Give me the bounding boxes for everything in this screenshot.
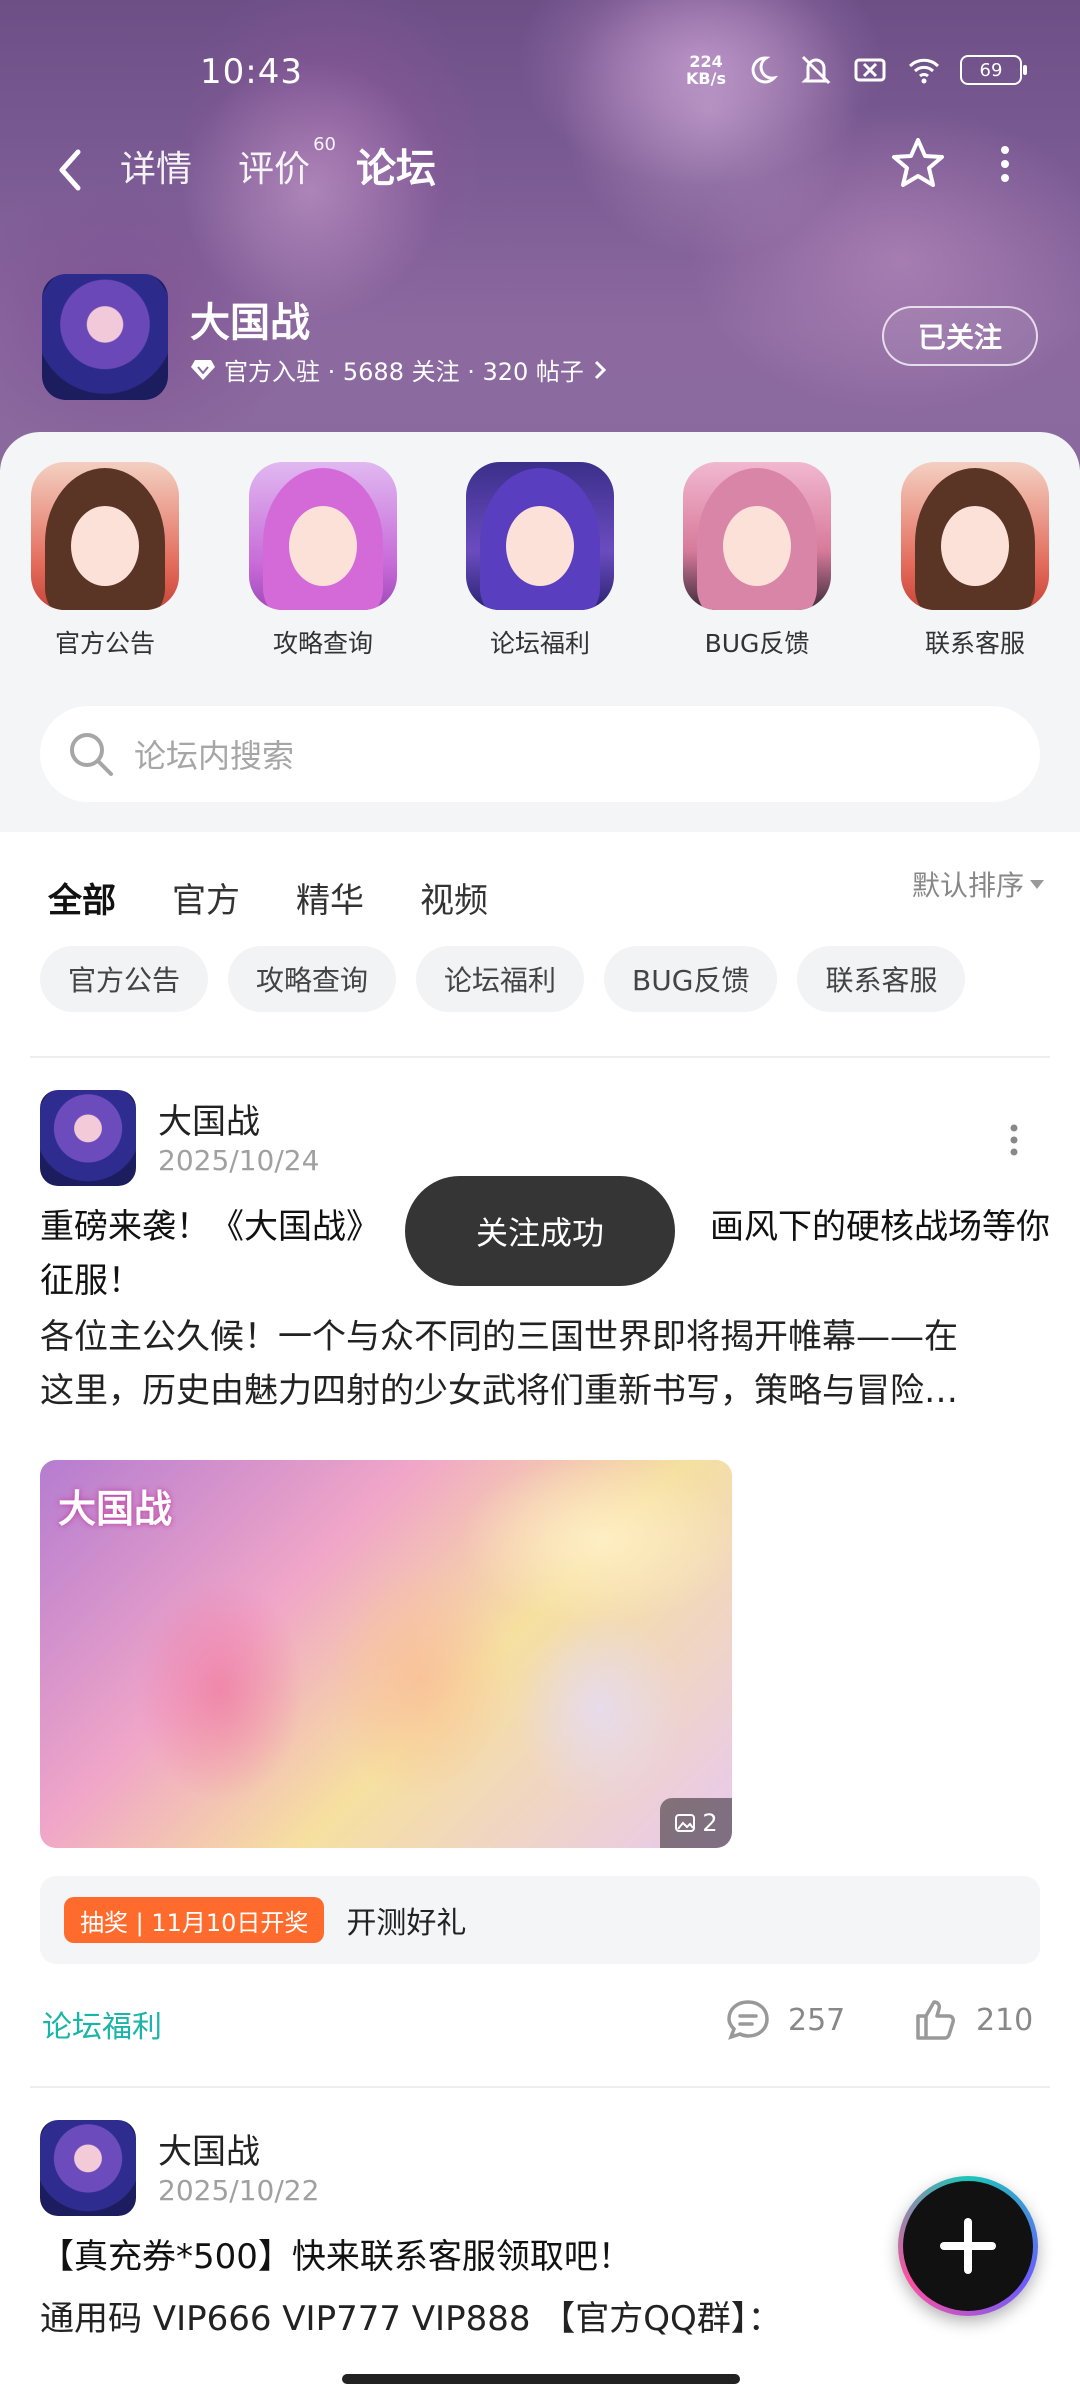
- shortcut-thumb: [466, 462, 614, 610]
- chip-customer-service[interactable]: 联系客服: [797, 946, 966, 1012]
- shortcut-thumb: [31, 462, 179, 610]
- divider: [30, 1056, 1050, 1058]
- author-avatar[interactable]: [40, 1090, 136, 1186]
- caret-down-icon: [1030, 879, 1044, 889]
- wifi-icon: [908, 58, 940, 84]
- status-time: 10:43: [200, 52, 303, 92]
- post-date: 2025/10/24: [158, 1144, 320, 1177]
- divider: [30, 2086, 1050, 2088]
- shortcut-thumb: [901, 462, 1049, 610]
- battery-icon: 69: [960, 55, 1027, 85]
- lottery-text: 开测好礼: [346, 1906, 467, 1941]
- plus-icon: [940, 2218, 996, 2274]
- forum-meta[interactable]: 官方入驻 · 5688 关注 · 320 帖子: [190, 352, 608, 387]
- forum-panel: 官方公告 攻略查询 论坛福利 BUG反馈 联系客服 论坛内搜索: [0, 432, 1080, 832]
- sort-dropdown[interactable]: 默认排序: [912, 864, 1044, 904]
- author-avatar[interactable]: [40, 2120, 136, 2216]
- tab-details[interactable]: 详情: [120, 140, 192, 192]
- chip-forum-benefits[interactable]: 论坛福利: [416, 946, 585, 1012]
- diamond-icon: [191, 359, 215, 380]
- post-feed: 全部 官方 精华 视频 默认排序 官方公告 攻略查询 论坛福利 BUG反馈 联系…: [0, 832, 1080, 2400]
- back-arrow-icon[interactable]: [50, 142, 90, 198]
- shortcut-bug-report[interactable]: BUG反馈: [667, 462, 847, 660]
- chip-strategy[interactable]: 攻略查询: [228, 946, 397, 1012]
- top-nav: 详情 评价 60 论坛: [0, 130, 1080, 210]
- no-sim-icon: [854, 58, 886, 82]
- comment-icon: [727, 2000, 769, 2040]
- forum-header: 大国战 官方入驻 · 5688 关注 · 320 帖子 已关注: [40, 272, 1040, 402]
- category-chips: 官方公告 攻略查询 论坛福利 BUG反馈 联系客服: [40, 946, 966, 1012]
- search-placeholder: 论坛内搜索: [134, 737, 295, 775]
- forum-search-input[interactable]: 论坛内搜索: [40, 706, 1040, 802]
- home-indicator[interactable]: [342, 2374, 740, 2384]
- filter-tab-video[interactable]: 视频: [420, 873, 488, 922]
- reviews-count-badge: 60: [313, 134, 337, 155]
- image-count-badge: 2: [660, 1798, 732, 1848]
- comment-button[interactable]: 257: [722, 1994, 845, 2046]
- mute-bell-icon: [801, 55, 831, 85]
- lottery-bar[interactable]: 抽奖 | 11月10日开奖 开测好礼: [40, 1876, 1040, 1964]
- create-post-button[interactable]: [898, 2176, 1038, 2316]
- moon-icon: [751, 56, 779, 84]
- filter-tab-all[interactable]: 全部: [48, 873, 116, 928]
- shortcut-forum-benefits[interactable]: 论坛福利: [450, 462, 630, 660]
- image-icon: [675, 1814, 696, 1832]
- filter-tab-featured[interactable]: 精华: [296, 873, 364, 922]
- post-date: 2025/10/22: [158, 2174, 320, 2207]
- shortcut-thumb: [683, 462, 831, 610]
- post-excerpt[interactable]: 通用码 VIP666 VIP777 VIP888 【官方QQ群】：: [40, 2292, 1050, 2346]
- game-logo-art: 大国战: [58, 1487, 173, 1531]
- more-vertical-icon[interactable]: [1004, 1120, 1024, 1160]
- thumbs-up-icon: [916, 2000, 955, 2040]
- shortcut-row: 官方公告 攻略查询 论坛福利 BUG反馈 联系客服: [0, 462, 1080, 662]
- search-icon: [70, 733, 113, 776]
- post-category-link[interactable]: 论坛福利: [42, 2002, 162, 2046]
- post-author[interactable]: 大国战: [158, 2124, 260, 2173]
- lottery-tag: 抽奖 | 11月10日开奖: [64, 1897, 325, 1943]
- tab-forum[interactable]: 论坛: [356, 136, 436, 194]
- star-icon[interactable]: [888, 134, 948, 194]
- more-vertical-icon[interactable]: [990, 144, 1020, 184]
- shortcut-official-announcement[interactable]: 官方公告: [15, 462, 195, 660]
- filter-tabs: 全部 官方 精华 视频: [48, 862, 488, 928]
- like-button[interactable]: 210: [910, 1994, 1033, 2046]
- net-speed: 224 KB/s: [686, 52, 726, 88]
- shortcut-strategy[interactable]: 攻略查询: [233, 462, 413, 660]
- post-author[interactable]: 大国战: [158, 1094, 260, 1143]
- post-image[interactable]: 大国战 2: [40, 1460, 732, 1848]
- forum-name: 大国战: [190, 300, 310, 346]
- followed-button[interactable]: 已关注: [882, 306, 1038, 366]
- chevron-right-icon: [594, 360, 607, 379]
- status-icons: 224 KB/s 69: [686, 52, 1027, 88]
- tab-reviews[interactable]: 评价 60: [238, 134, 336, 192]
- toast-message: 关注成功: [405, 1176, 675, 1286]
- filter-tab-official[interactable]: 官方: [172, 873, 240, 922]
- post-footer: 论坛福利 257 210: [0, 1990, 1080, 2050]
- status-bar: 10:43 224 KB/s 69: [0, 0, 1080, 150]
- chip-official-announcement[interactable]: 官方公告: [40, 946, 209, 1012]
- shortcut-customer-service[interactable]: 联系客服: [885, 462, 1065, 660]
- post-excerpt[interactable]: 各位主公久候！一个与众不同的三国世界即将揭开帷幕——在 这里，历史由魅力四射的少…: [40, 1310, 1050, 1418]
- chip-bug-report[interactable]: BUG反馈: [604, 946, 778, 1012]
- shortcut-thumb: [249, 462, 397, 610]
- forum-avatar[interactable]: [42, 274, 168, 400]
